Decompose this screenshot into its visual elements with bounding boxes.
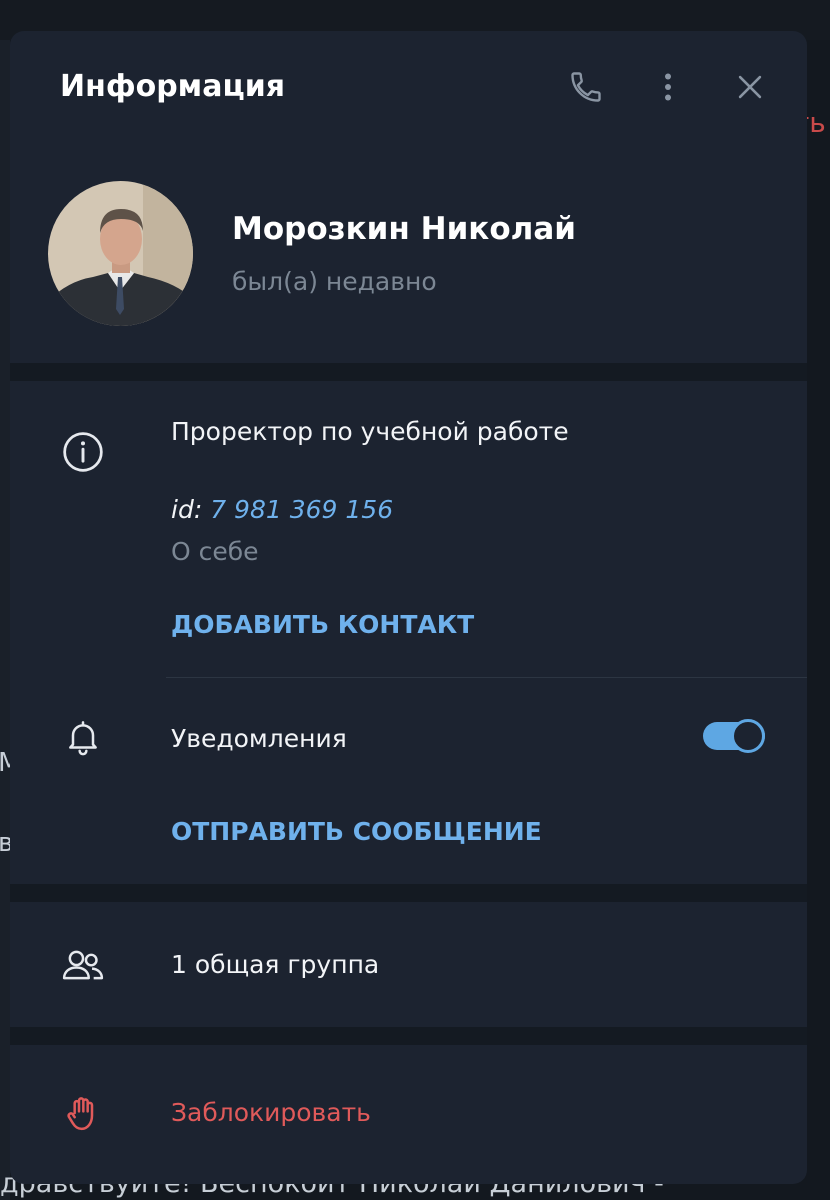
avatar[interactable] — [48, 181, 193, 326]
user-id-label: id: — [171, 495, 203, 524]
close-button[interactable] — [730, 67, 770, 107]
section-separator — [10, 363, 807, 381]
toggle-knob — [731, 719, 765, 753]
user-id-value[interactable]: 7 981 369 156 — [210, 495, 393, 524]
more-options-button[interactable] — [648, 67, 688, 107]
notifications-label: Уведомления — [171, 724, 347, 753]
notifications-toggle[interactable] — [703, 719, 765, 753]
block-row-icon — [60, 1090, 106, 1136]
background-left-edge — [0, 40, 10, 1200]
section-separator — [10, 884, 807, 902]
groups-row-icon — [60, 942, 106, 988]
user-info-panel: Информация Морозкин Николай был(а) недав… — [10, 31, 807, 1184]
panel-title: Информация — [60, 69, 285, 104]
section-separator — [10, 1027, 807, 1045]
user-id-line: id: 7 981 369 156 — [171, 495, 393, 524]
notifications-row-icon — [60, 714, 106, 760]
call-button[interactable] — [566, 67, 606, 107]
close-icon — [738, 75, 762, 99]
more-vertical-icon — [665, 73, 671, 101]
send-message-button[interactable]: ОТПРАВИТЬ СООБЩЕНИЕ — [171, 817, 542, 846]
info-row-icon — [60, 429, 106, 475]
profile-name: Морозкин Николай — [232, 211, 576, 247]
row-divider — [166, 677, 807, 678]
phone-icon — [571, 72, 601, 102]
users-icon — [62, 950, 104, 980]
hand-stop-icon — [67, 1097, 94, 1131]
block-user-button[interactable]: Заблокировать — [171, 1098, 371, 1127]
info-icon — [63, 432, 103, 472]
profile-status: был(а) недавно — [232, 267, 437, 296]
add-contact-button[interactable]: ДОБАВИТЬ КОНТАКТ — [171, 610, 474, 639]
bell-icon — [69, 721, 97, 756]
about-label: О себе — [171, 537, 259, 566]
bio-text: Проректор по учебной работе — [171, 417, 569, 446]
common-groups-item[interactable]: 1 общая группа — [171, 950, 379, 979]
avatar-photo — [48, 181, 193, 326]
